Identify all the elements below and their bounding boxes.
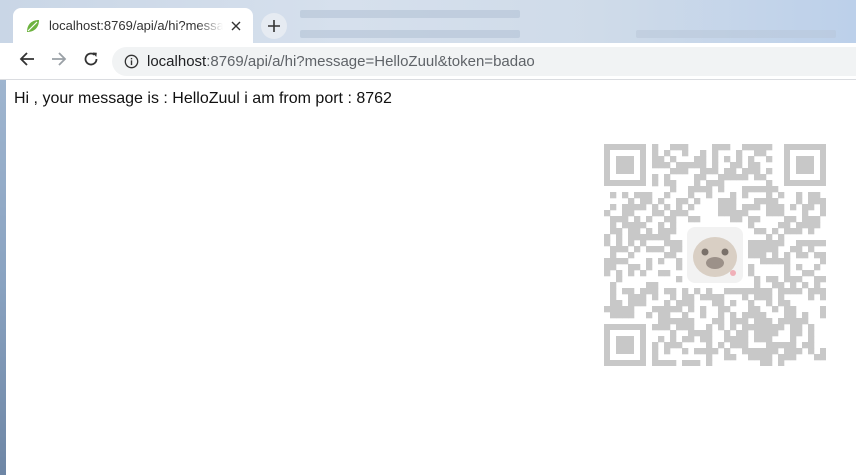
tab-strip: localhost:8769/api/a/hi?message=HelloZuu…	[0, 0, 856, 43]
back-arrow-icon	[19, 51, 35, 72]
new-tab-button[interactable]	[261, 13, 287, 39]
spring-leaf-icon	[25, 18, 41, 34]
back-button[interactable]	[14, 48, 40, 74]
tab-title: localhost:8769/api/a/hi?message=HelloZuu…	[49, 18, 223, 33]
response-message: Hi , your message is : HelloZuul i am fr…	[14, 90, 392, 107]
address-bar[interactable]: localhost:8769/api/a/hi?message=HelloZuu…	[112, 47, 856, 76]
close-icon[interactable]	[227, 17, 245, 35]
reload-button[interactable]	[78, 48, 104, 74]
qr-finder-pattern	[784, 144, 826, 186]
plus-icon	[268, 15, 280, 38]
url-host: localhost	[147, 53, 207, 70]
reload-icon	[83, 51, 99, 72]
background-window-text	[300, 10, 520, 18]
qr-code-image	[604, 144, 826, 366]
browser-tab[interactable]: localhost:8769/api/a/hi?message=HelloZuu…	[13, 8, 253, 43]
url-text[interactable]: localhost:8769/api/a/hi?message=HelloZuu…	[147, 53, 535, 70]
background-window-text	[300, 30, 520, 38]
forward-arrow-icon	[51, 51, 67, 72]
qr-center-logo	[687, 227, 743, 283]
url-path: :8769/api/a/hi?message=HelloZuul&token=b…	[206, 53, 535, 70]
browser-toolbar: localhost:8769/api/a/hi?message=HelloZuu…	[0, 43, 856, 80]
qr-finder-pattern	[604, 144, 646, 186]
info-icon[interactable]	[122, 53, 140, 71]
qr-finder-pattern	[604, 324, 646, 366]
background-window-text	[636, 30, 836, 38]
forward-button[interactable]	[46, 48, 72, 74]
